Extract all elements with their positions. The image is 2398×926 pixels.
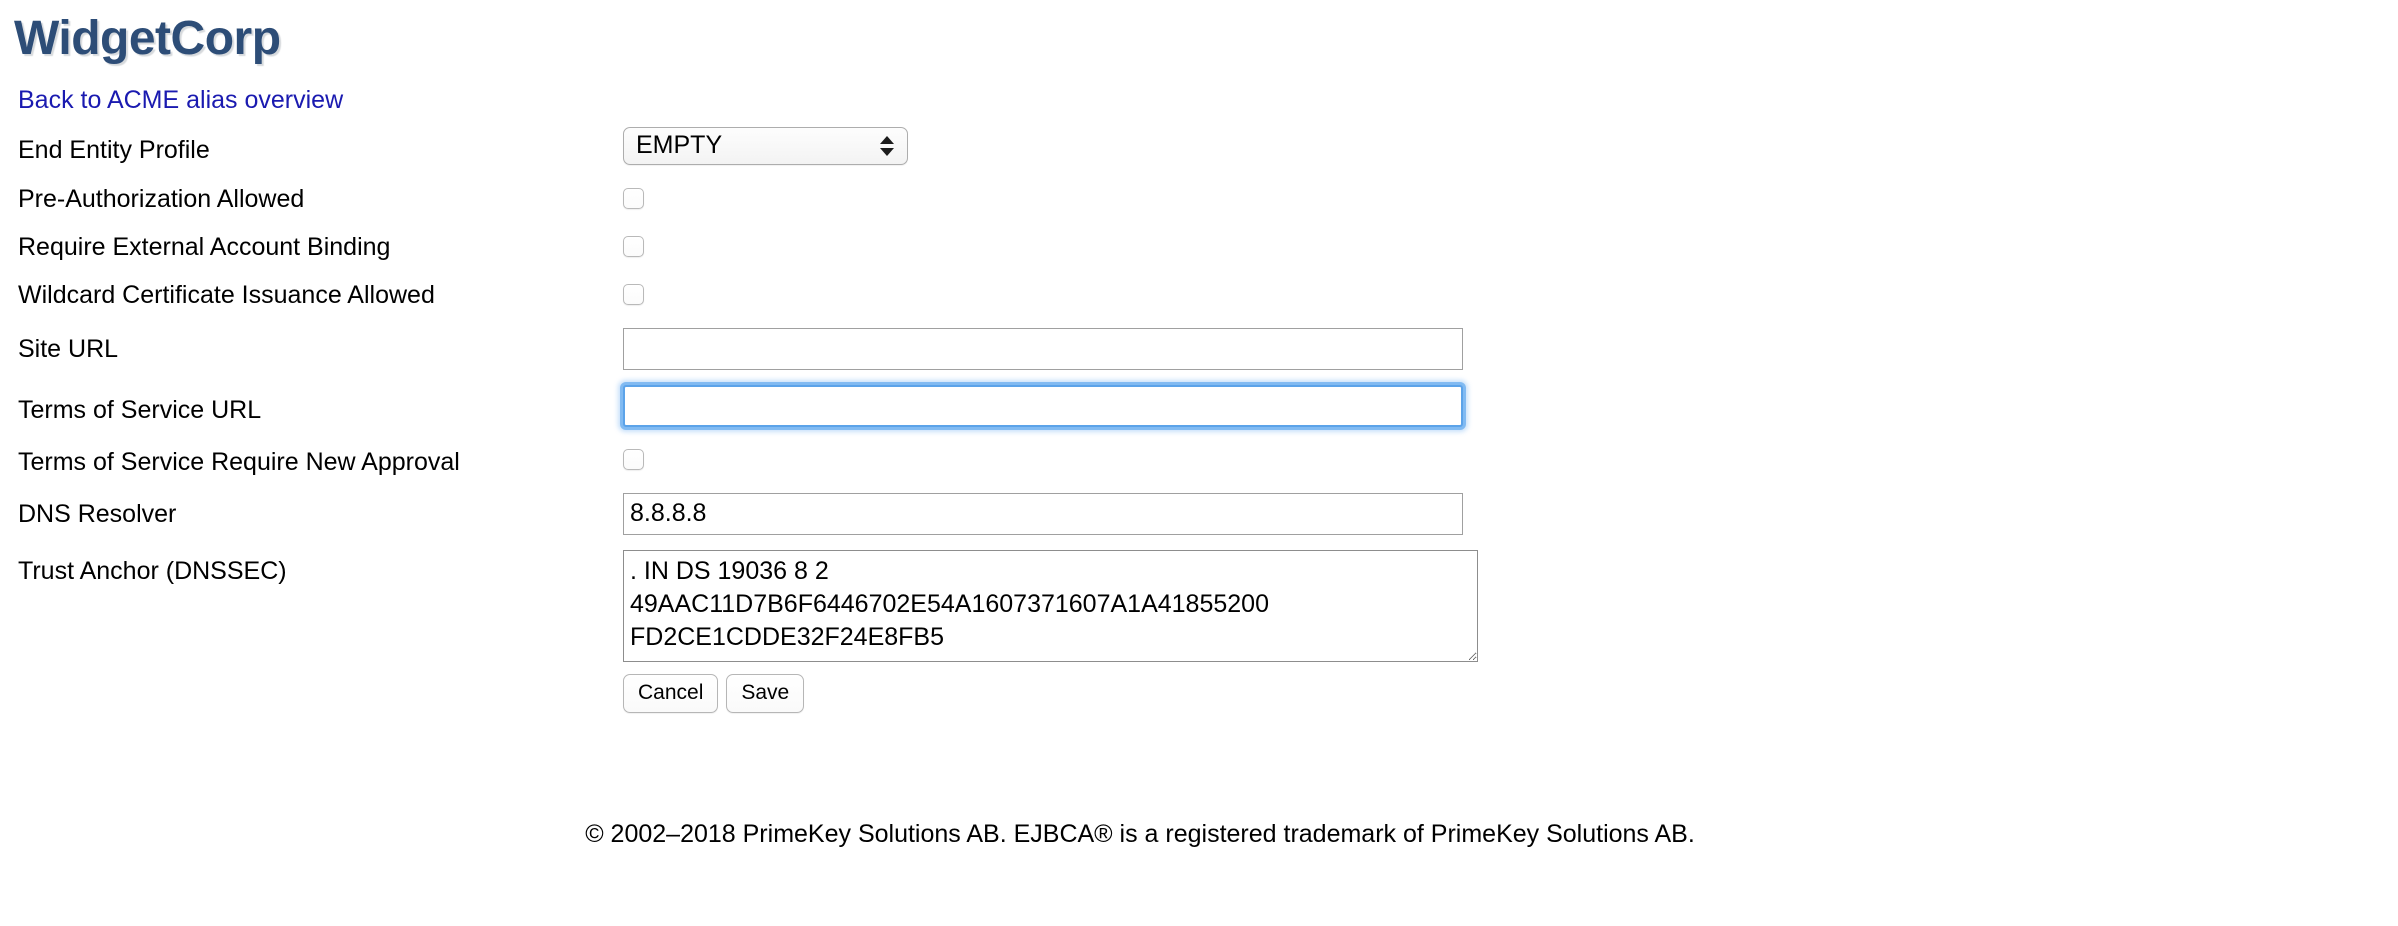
checkbox-terms-of-service-require-new-approval[interactable] — [623, 449, 644, 471]
end-entity-profile-select-wrap: EMPTY — [623, 127, 908, 166]
control-terms-of-service-require-new-approval — [623, 445, 2398, 471]
copyright-text: © 2002–2018 PrimeKey Solutions AB. EJBCA… — [585, 820, 1695, 848]
control-site-url — [623, 328, 2398, 371]
label-terms-of-service-require-new-approval: Terms of Service Require New Approval — [18, 448, 460, 477]
back-link-row: Back to ACME alias overview — [0, 64, 2398, 115]
trust-anchor-textarea[interactable]: . IN DS 19036 8 2 49AAC11D7B6F6446702E54… — [623, 550, 1478, 663]
control-end-entity-profile: EMPTY — [623, 127, 2398, 166]
end-entity-profile-select[interactable]: EMPTY — [623, 127, 908, 166]
control-require-external-account-binding — [623, 232, 2398, 258]
back-to-acme-alias-overview-link[interactable]: Back to ACME alias overview — [18, 86, 343, 114]
control-wildcard-certificate-issuance-allowed — [623, 280, 2398, 306]
page-title: WidgetCorp — [14, 12, 281, 65]
checkbox-wildcard-certificate-issuance-allowed[interactable] — [623, 284, 644, 306]
control-trust-anchor: . IN DS 19036 8 2 49AAC11D7B6F6446702E54… — [623, 550, 2398, 714]
form-row-pre-authorization-allowed: Pre-Authorization Allowed — [18, 184, 2398, 232]
cancel-button[interactable]: Cancel — [623, 674, 719, 714]
form-row-wildcard-certificate-issuance-allowed: Wildcard Certificate Issuance Allowed — [18, 280, 2398, 328]
page-header: WidgetCorp — [0, 0, 2398, 64]
control-dns-resolver — [623, 493, 2398, 536]
form-row-dns-resolver: DNS Resolver — [18, 493, 2398, 550]
label-pre-authorization-allowed: Pre-Authorization Allowed — [18, 185, 305, 214]
control-pre-authorization-allowed — [623, 184, 2398, 210]
terms-of-service-url-input[interactable] — [623, 385, 1463, 428]
form-row-terms-of-service-url: Terms of Service URL — [18, 385, 2398, 445]
form-row-site-url: Site URL — [18, 328, 2398, 385]
label-wildcard-certificate-issuance-allowed: Wildcard Certificate Issuance Allowed — [18, 281, 435, 310]
acme-alias-config-form: End Entity Profile EMPTY Pre-Authorizati… — [0, 127, 2398, 714]
label-require-external-account-binding: Require External Account Binding — [18, 233, 391, 262]
control-terms-of-service-url — [623, 385, 2398, 428]
checkbox-pre-authorization-allowed[interactable] — [623, 188, 644, 210]
checkbox-require-external-account-binding[interactable] — [623, 236, 644, 258]
form-row-require-external-account-binding: Require External Account Binding — [18, 232, 2398, 280]
label-end-entity-profile: End Entity Profile — [18, 136, 210, 165]
form-row-terms-of-service-require-new-approval: Terms of Service Require New Approval — [18, 445, 2398, 493]
save-button[interactable]: Save — [726, 674, 805, 714]
form-actions: Cancel Save — [623, 674, 2398, 714]
dns-resolver-input[interactable] — [623, 493, 1463, 536]
label-site-url: Site URL — [18, 335, 119, 364]
site-url-input[interactable] — [623, 328, 1463, 371]
form-row-trust-anchor: Trust Anchor (DNSSEC) . IN DS 19036 8 2 … — [18, 550, 2398, 714]
label-dns-resolver: DNS Resolver — [18, 500, 177, 529]
page-footer: © 2002–2018 PrimeKey Solutions AB. EJBCA… — [0, 820, 2280, 849]
form-row-end-entity-profile: End Entity Profile EMPTY — [18, 127, 2398, 184]
label-terms-of-service-url: Terms of Service URL — [18, 396, 262, 425]
label-trust-anchor: Trust Anchor (DNSSEC) — [18, 557, 287, 586]
